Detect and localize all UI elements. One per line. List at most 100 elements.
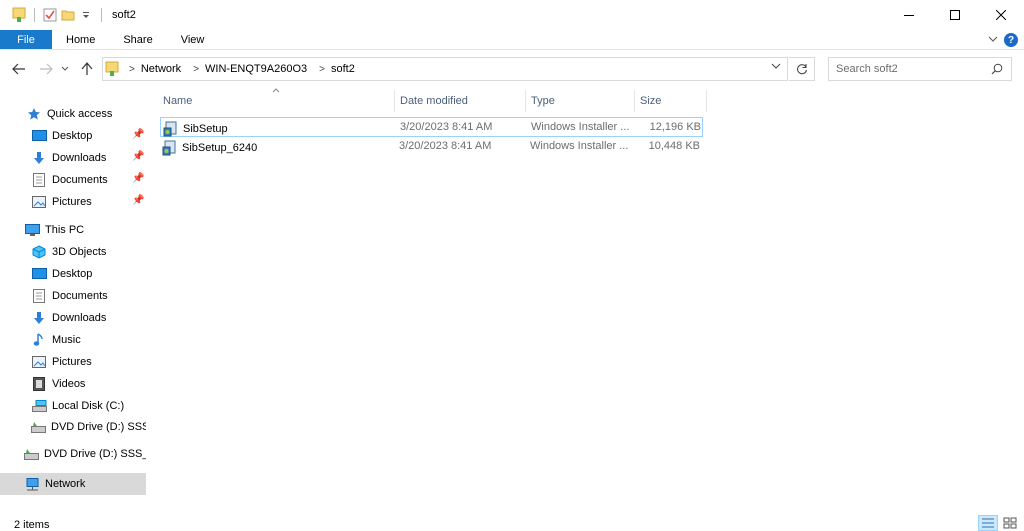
sidebar-item-documents[interactable]: Documents 📌 [0, 169, 146, 191]
sidebar-item-label: Documents [52, 174, 108, 186]
sidebar-item-label: Downloads [52, 312, 107, 324]
sidebar-item-pictures-pc[interactable]: Pictures [0, 351, 146, 373]
file-name-cell: SibSetup [163, 121, 228, 137]
folder-app-icon[interactable] [10, 6, 28, 24]
sidebar-item-local-disk[interactable]: Local Disk (C:) [0, 395, 146, 417]
navigation-pane: Quick access Desktop 📌 Downloads 📌 Docum… [0, 92, 146, 512]
sidebar-item-network[interactable]: Network [0, 473, 146, 495]
title-bar: soft2 [0, 0, 1024, 30]
maximize-button[interactable] [932, 0, 978, 30]
pin-icon[interactable]: 📌 [132, 129, 144, 140]
tab-view[interactable]: View [167, 30, 219, 49]
dvd-icon [31, 419, 46, 435]
file-type: Windows Installer ... [531, 121, 630, 133]
computer-icon [24, 222, 40, 238]
quick-access-toolbar: soft2 [0, 0, 136, 30]
sidebar-item-dvd-drive[interactable]: DVD Drive (D:) SSS_X6 [0, 443, 146, 465]
sidebar-item-downloads[interactable]: Downloads 📌 [0, 147, 146, 169]
forward-button[interactable] [35, 58, 57, 80]
file-row[interactable]: SibSetup_6240 3/20/2023 8:41 AM Windows … [160, 137, 703, 157]
recent-locations-button[interactable] [58, 58, 72, 80]
installer-file-icon [163, 121, 179, 137]
pictures-icon [31, 354, 47, 370]
column-header-size[interactable]: Size [635, 90, 707, 112]
file-date: 3/20/2023 8:41 AM [399, 140, 492, 152]
column-header-type[interactable]: Type [526, 90, 635, 112]
sidebar-item-label: Quick access [47, 108, 113, 120]
breadcrumb-chevron-icon[interactable]: > [319, 64, 325, 75]
network-icon [24, 476, 40, 492]
minimize-button[interactable] [886, 0, 932, 30]
item-count: 2 items [14, 519, 50, 531]
back-button[interactable] [8, 58, 30, 80]
search-placeholder: Search soft2 [836, 63, 898, 75]
sidebar-item-label: Documents [52, 290, 108, 302]
pin-icon[interactable]: 📌 [132, 195, 144, 206]
sidebar-item-downloads-pc[interactable]: Downloads [0, 307, 146, 329]
file-type: Windows Installer ... [530, 140, 629, 152]
close-button[interactable] [978, 0, 1024, 30]
properties-icon[interactable] [41, 6, 59, 24]
star-icon [26, 106, 42, 122]
tab-file[interactable]: File [0, 30, 52, 49]
toolbar-divider [101, 8, 102, 22]
large-icons-view-button[interactable] [1000, 515, 1020, 531]
column-header-name[interactable]: Name [158, 90, 395, 112]
sidebar-item-pictures[interactable]: Pictures 📌 [0, 191, 146, 213]
sidebar-item-label: Desktop [52, 130, 93, 142]
tab-home[interactable]: Home [52, 30, 109, 49]
download-icon [31, 150, 47, 166]
status-bar: 2 items [0, 513, 1024, 531]
sidebar-item-quick-access[interactable]: Quick access [0, 103, 146, 125]
sidebar-item-videos[interactable]: Videos [0, 373, 146, 395]
network-folder-icon [105, 61, 119, 77]
breadcrumb-network[interactable]: Network [141, 63, 181, 75]
pin-icon[interactable]: 📌 [132, 151, 144, 162]
sidebar-item-label: DVD Drive (D:) SSS_X [51, 421, 146, 433]
breadcrumb-chevron-icon[interactable]: > [193, 64, 199, 75]
sidebar-item-desktop[interactable]: Desktop 📌 [0, 125, 146, 147]
up-button[interactable] [76, 58, 98, 80]
new-folder-icon[interactable] [59, 6, 77, 24]
column-header-date-modified[interactable]: Date modified [395, 90, 526, 112]
tab-share[interactable]: Share [109, 30, 166, 49]
navigation-bar: > Network > WIN-ENQT9A260O3 > soft2 Sear… [0, 55, 1024, 83]
customize-toolbar-icon[interactable] [77, 6, 95, 24]
refresh-button[interactable] [789, 57, 815, 81]
pin-icon[interactable]: 📌 [132, 173, 144, 184]
breadcrumb-server[interactable]: WIN-ENQT9A260O3 [205, 63, 307, 75]
sidebar-item-desktop-pc[interactable]: Desktop [0, 263, 146, 285]
sidebar-item-music[interactable]: Music [0, 329, 146, 351]
file-row[interactable]: SibSetup 3/20/2023 8:41 AM Windows Insta… [160, 117, 703, 137]
documents-icon [31, 288, 47, 304]
sidebar-item-label: 3D Objects [52, 246, 107, 258]
sidebar-item-label: Videos [52, 378, 86, 390]
sidebar-item-label: Pictures [52, 196, 92, 208]
search-icon[interactable] [991, 63, 1003, 78]
file-size: 12,196 KB [649, 121, 701, 133]
breadcrumb-chevron-icon[interactable]: > [129, 64, 135, 75]
installer-file-icon [162, 140, 178, 156]
sidebar-item-label: Pictures [52, 356, 92, 368]
details-view-button[interactable] [978, 515, 998, 531]
expand-ribbon-icon[interactable] [988, 34, 998, 46]
file-size: 10,448 KB [648, 140, 700, 152]
pictures-icon [31, 194, 47, 210]
download-icon [31, 310, 47, 326]
ribbon-tabs: File Home Share View ? [0, 30, 1024, 50]
sidebar-item-this-pc[interactable]: This PC [0, 219, 146, 241]
sidebar-item-dvd-drive-pc[interactable]: DVD Drive (D:) SSS_X [0, 416, 146, 438]
sidebar-item-label: Local Disk (C:) [52, 400, 125, 412]
breadcrumb-folder[interactable]: soft2 [331, 63, 355, 75]
file-name: SibSetup [183, 123, 228, 135]
address-bar[interactable]: > Network > WIN-ENQT9A260O3 > soft2 [102, 57, 788, 81]
sidebar-item-documents-pc[interactable]: Documents [0, 285, 146, 307]
window-controls [886, 0, 1024, 30]
address-dropdown-icon[interactable] [771, 62, 781, 73]
help-icon[interactable]: ? [1004, 33, 1018, 47]
file-date: 3/20/2023 8:41 AM [400, 121, 493, 133]
sidebar-item-3d-objects[interactable]: 3D Objects [0, 241, 146, 263]
search-input[interactable]: Search soft2 [828, 57, 1012, 81]
file-name: SibSetup_6240 [182, 142, 258, 154]
desktop-icon [31, 266, 47, 282]
